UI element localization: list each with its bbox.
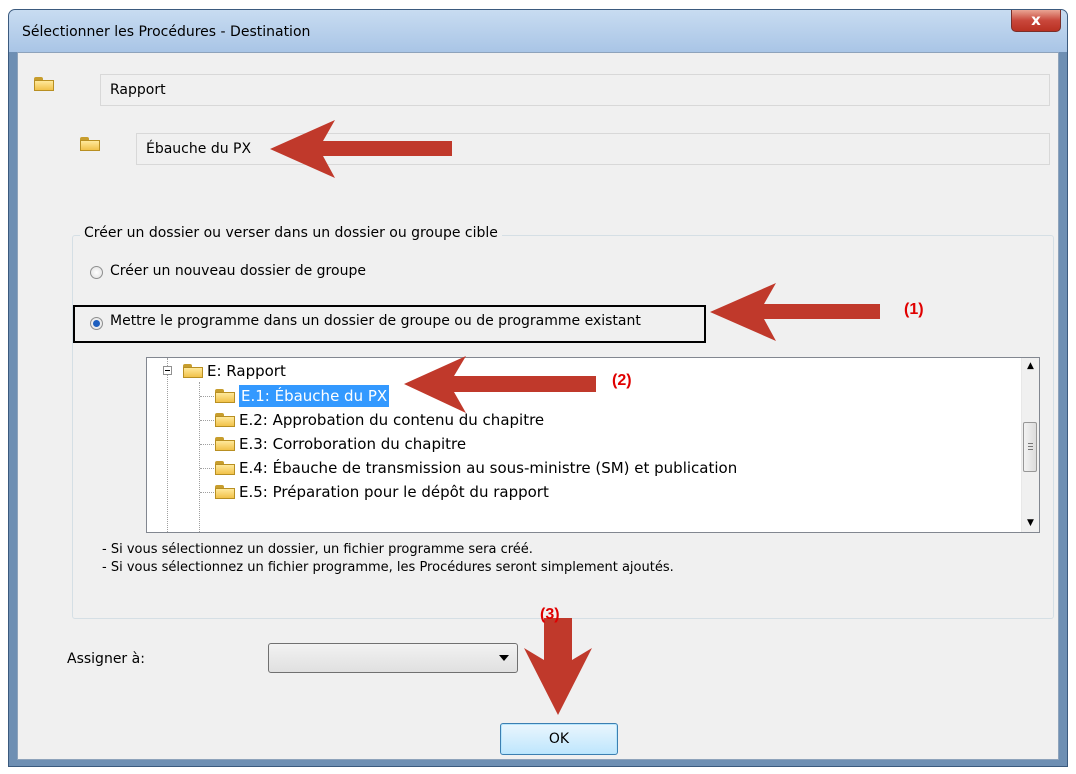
tree-scrollbar[interactable]: ▲ ▼	[1021, 358, 1039, 532]
window-title: Sélectionner les Procédures - Destinatio…	[22, 24, 311, 40]
radio-existing-folder[interactable]	[90, 317, 103, 330]
scroll-thumb[interactable]	[1023, 422, 1037, 472]
ebauche-field: Ébauche du PX	[136, 133, 1050, 165]
close-button[interactable]: x	[1011, 10, 1061, 32]
scroll-up-icon[interactable]: ▲	[1022, 358, 1039, 375]
assign-label: Assigner à:	[67, 651, 145, 667]
tree-item-label: E.3: Corroboration du chapitre	[239, 435, 467, 453]
tree-line	[167, 358, 168, 532]
radio-new-folder-label[interactable]: Créer un nouveau dossier de groupe	[110, 263, 366, 279]
folder-icon	[215, 413, 235, 427]
folder-icon	[34, 77, 54, 91]
chevron-down-icon	[499, 655, 509, 661]
dialog-body: Rapport Ébauche du PX Créer un dossier o…	[17, 52, 1059, 760]
tree-line	[200, 444, 214, 445]
tree-line	[199, 382, 200, 532]
tree-line	[200, 492, 214, 493]
annotation-label: (1)	[904, 301, 924, 318]
tree-item-label: E.5: Préparation pour le dépôt du rappor…	[239, 483, 549, 501]
dialog-window: Sélectionner les Procédures - Destinatio…	[8, 9, 1068, 767]
folder-icon	[215, 485, 235, 499]
tree-line	[200, 396, 214, 397]
tree-item-label: E.4: Ébauche de transmission au sous-min…	[239, 459, 738, 477]
folder-icon	[215, 437, 235, 451]
ok-button[interactable]: OK	[500, 723, 618, 755]
note-line: - Si vous sélectionnez un dossier, un fi…	[102, 542, 533, 557]
folder-icon	[215, 461, 235, 475]
note-line: - Si vous sélectionnez un fichier progra…	[102, 560, 674, 575]
tree-item-label: E.2: Approbation du contenu du chapitre	[239, 411, 545, 429]
radio-new-folder[interactable]	[90, 266, 103, 279]
group-label: Créer un dossier ou verser dans un dossi…	[80, 225, 502, 241]
radio-existing-folder-label[interactable]: Mettre le programme dans un dossier de g…	[110, 313, 641, 329]
rapport-field: Rapport	[100, 74, 1050, 106]
tree-line	[200, 468, 214, 469]
tree-item-label: E.1: Ébauche du PX	[239, 385, 390, 407]
assign-dropdown[interactable]	[268, 643, 518, 673]
annotation-label: (3)	[540, 606, 560, 623]
annotation-label: (2)	[612, 372, 632, 389]
title-bar[interactable]: Sélectionner les Procédures - Destinatio…	[9, 10, 1067, 52]
open-folder-icon	[215, 389, 235, 403]
folder-icon	[183, 364, 203, 378]
scroll-down-icon[interactable]: ▼	[1022, 515, 1039, 532]
folder-tree[interactable]: E: Rapport E.1: Ébauche du PX E.2: Appro…	[146, 357, 1040, 533]
collapse-icon[interactable]	[163, 366, 172, 375]
folder-icon	[80, 137, 100, 151]
tree-line	[200, 420, 214, 421]
tree-root-label: E: Rapport	[207, 362, 286, 380]
